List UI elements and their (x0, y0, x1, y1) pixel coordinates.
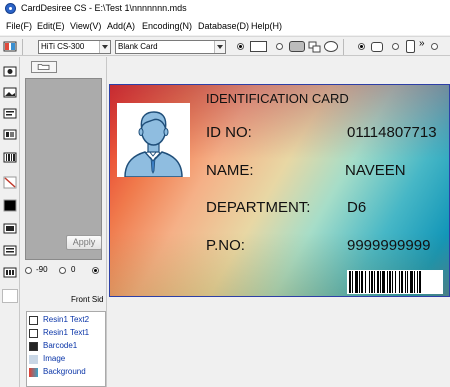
rounded-rect-tool-icon[interactable] (289, 41, 305, 52)
image-preview (25, 78, 102, 260)
menu-edit[interactable]: Edit(E) (37, 21, 65, 31)
card-type-select-value: Blank Card (118, 42, 158, 51)
phone-no-value[interactable]: 9999999999 (347, 237, 430, 254)
layer-item[interactable]: Background (29, 367, 107, 379)
rotate-0-label: 0 (71, 265, 76, 274)
app-logo-icon (5, 3, 16, 14)
printer-select-value: HiTi CS-300 (41, 42, 85, 51)
toolbar-radio-end[interactable] (431, 43, 438, 50)
copy-shape-icon[interactable] (308, 41, 322, 53)
rotate-minus90-label: -90 (36, 265, 48, 274)
toolbar-overflow-icon[interactable]: » (419, 38, 425, 49)
rotate-0-radio[interactable] (59, 267, 66, 274)
layer-tool-icon[interactable] (3, 222, 17, 235)
layer-label: Resin1 Text1 (43, 328, 90, 337)
picture-tool-icon[interactable] (3, 86, 17, 99)
left-tool-strip (0, 57, 20, 387)
shape-select-radio[interactable] (237, 43, 244, 50)
toolbar-divider (22, 39, 23, 55)
image-layer-icon (29, 355, 38, 364)
preview-tab[interactable] (31, 61, 57, 73)
portrait-shape-icon[interactable] (406, 40, 415, 53)
barcode-layer-icon (29, 342, 38, 351)
label-tool-icon[interactable] (3, 128, 17, 141)
menu-add[interactable]: Add(A) (107, 21, 135, 31)
title-bar: CardDesiree CS - E:\Test 1\nnnnnnn.mds (0, 0, 450, 18)
rectangle-tool-icon[interactable] (250, 41, 267, 52)
image-tool-icon[interactable] (3, 65, 17, 78)
phone-no-label[interactable]: P.NO: (206, 237, 245, 254)
layer-item[interactable]: Barcode1 (29, 341, 107, 353)
toolbar-divider (343, 39, 344, 55)
menu-help[interactable]: Help(H) (251, 21, 282, 31)
barcode-tool-icon[interactable] (3, 151, 17, 164)
chevron-down-icon[interactable] (214, 41, 225, 53)
rotate-90-radio[interactable] (92, 267, 99, 274)
toolbar: HiTi CS-300 Blank Card » (0, 36, 450, 56)
magnetic-tool-icon[interactable] (3, 266, 17, 279)
printer-select[interactable]: HiTi CS-300 (38, 40, 111, 54)
ellipse-tool-icon[interactable] (324, 41, 338, 52)
apply-button[interactable]: Apply (66, 235, 102, 250)
line-tool-icon[interactable] (3, 176, 17, 189)
properties-panel: -90 0 Apply Front Sid Resin1 Text2 Resin… (21, 57, 107, 387)
menu-bar: File(F) Edit(E) View(V) Add(A) Encoding(… (0, 18, 450, 35)
shape-radio-2[interactable] (276, 43, 283, 50)
rounded-shape-icon[interactable] (371, 42, 383, 52)
background-layer-icon (29, 368, 38, 377)
chevron-down-icon[interactable] (99, 41, 110, 53)
department-label[interactable]: DEPARTMENT: (206, 199, 310, 216)
layer-item[interactable]: Resin1 Text2 (29, 315, 107, 327)
menu-database[interactable]: Database(D) (198, 21, 249, 31)
layer-label: Resin1 Text2 (43, 315, 90, 324)
barcode[interactable] (347, 270, 443, 294)
design-canvas[interactable]: IDENTIFICATION CARD ID NO: 01114807713 N… (108, 57, 450, 387)
window-title: CardDesiree CS - E:\Test 1\nnnnnnn.mds (21, 3, 187, 13)
id-card[interactable]: IDENTIFICATION CARD ID NO: 01114807713 N… (109, 84, 450, 297)
layer-item[interactable]: Resin1 Text1 (29, 328, 107, 340)
id-no-value[interactable]: 01114807713 (347, 124, 437, 141)
menu-encoding[interactable]: Encoding(N) (142, 21, 192, 31)
text-tool-icon[interactable] (3, 107, 17, 120)
folder-icon (37, 64, 50, 70)
name-value[interactable]: NAVEEN (345, 162, 406, 179)
layer-label: Barcode1 (43, 341, 78, 350)
card-layout-icon[interactable] (3, 40, 17, 53)
layer-item[interactable]: Image (29, 354, 107, 366)
fill-color-icon[interactable] (3, 199, 17, 212)
layer-label: Background (43, 367, 86, 376)
card-side-label: Front Sid (71, 295, 104, 304)
color-swatch[interactable] (2, 289, 18, 303)
text-layer-icon (29, 316, 38, 325)
rotate-minus90-radio[interactable] (25, 267, 32, 274)
fill-radio[interactable] (358, 43, 365, 50)
photo-placeholder[interactable] (117, 103, 190, 178)
outline-radio[interactable] (392, 43, 399, 50)
layer-list: Resin1 Text2 Resin1 Text1 Barcode1 Image… (26, 311, 106, 387)
card-type-select[interactable]: Blank Card (115, 40, 226, 54)
menu-view[interactable]: View(V) (70, 21, 101, 31)
card-title[interactable]: IDENTIFICATION CARD (206, 91, 349, 106)
menu-file[interactable]: File(F) (6, 21, 32, 31)
department-value[interactable]: D6 (347, 199, 366, 216)
screen-tool-icon[interactable] (3, 244, 17, 257)
name-label[interactable]: NAME: (206, 162, 254, 179)
layer-label: Image (43, 354, 66, 363)
barcode-image (349, 271, 421, 293)
id-no-label[interactable]: ID NO: (206, 124, 252, 141)
text-layer-icon (29, 329, 38, 338)
person-avatar-icon (117, 103, 190, 178)
